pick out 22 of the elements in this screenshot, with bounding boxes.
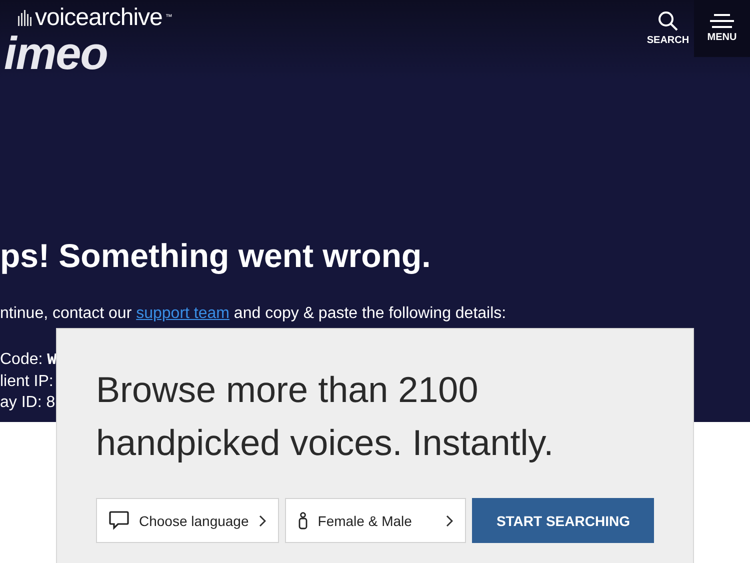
search-icon <box>658 11 678 31</box>
sound-bars-icon <box>18 10 32 26</box>
menu-button[interactable]: MENU <box>694 0 750 57</box>
person-icon <box>298 512 308 530</box>
logo-background-text: imeo <box>4 32 108 74</box>
error-detail: Code: W <box>0 350 57 371</box>
search-button[interactable]: SEARCH <box>642 0 694 57</box>
error-heading: ps! Something went wrong. <box>0 236 432 276</box>
error-detail: ay ID: 8 <box>0 393 56 413</box>
chevron-right-icon <box>258 514 266 526</box>
speech-bubble-icon <box>109 511 129 530</box>
support-link[interactable]: support team <box>136 305 230 322</box>
language-select[interactable]: Choose language <box>96 498 279 543</box>
chevron-right-icon <box>446 514 454 526</box>
menu-icon <box>710 14 734 28</box>
gender-select[interactable]: Female & Male <box>284 498 466 543</box>
start-searching-button[interactable]: START SEARCHING <box>472 498 654 543</box>
logo[interactable]: imeo voicearchive$^{™}$ <box>0 0 200 76</box>
error-message: ntinue, contact our support team and copy & paste the following details: <box>0 304 508 324</box>
error-detail: lient IP: <box>0 372 54 392</box>
promo-headline: Browse more than 2100 handpicked voices. Instantly. <box>96 368 555 465</box>
logo-text: voicearchive$^{™}$ <box>18 4 172 32</box>
